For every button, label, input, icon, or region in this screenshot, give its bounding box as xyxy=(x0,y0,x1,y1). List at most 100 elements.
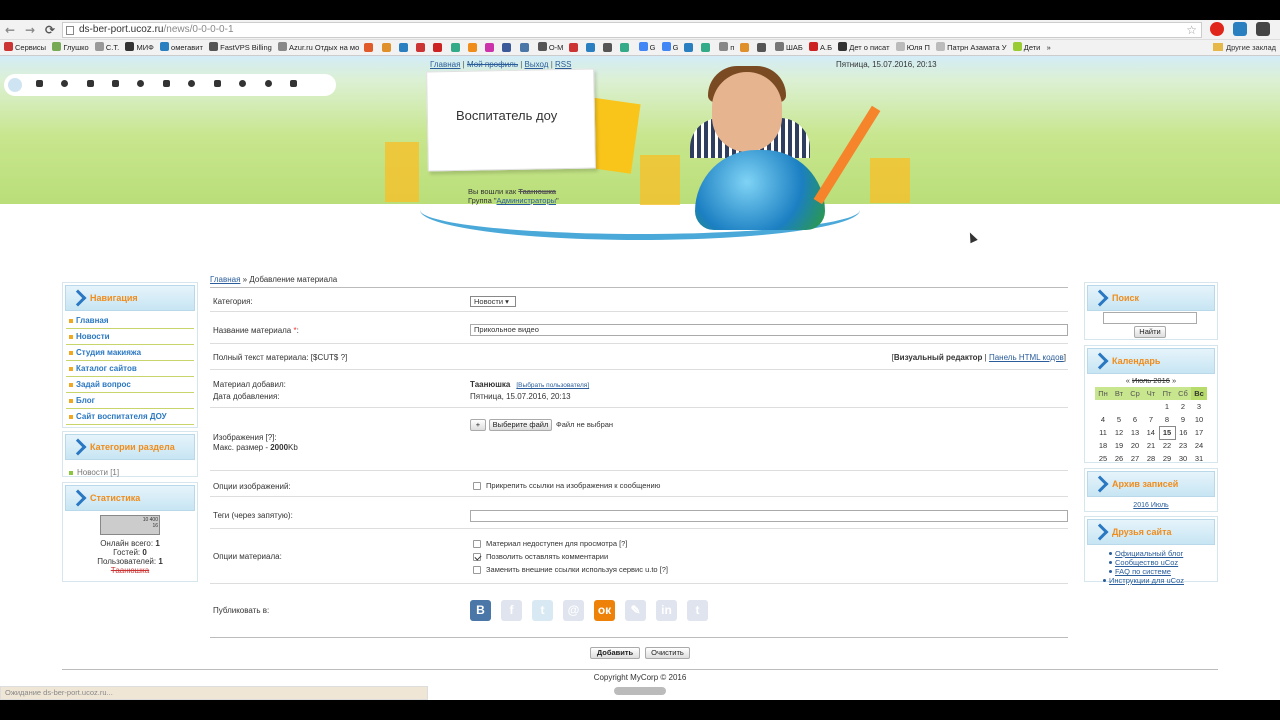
rss-link[interactable]: RSS xyxy=(555,60,571,69)
friend-link[interactable]: Сообщество uCoz xyxy=(1109,558,1217,567)
attach-links-checkbox[interactable] xyxy=(473,482,481,490)
bookmark[interactable]: FastVPS Billing xyxy=(209,40,272,55)
friend-link[interactable]: FAQ по системе xyxy=(1109,567,1217,576)
friend-link[interactable]: Официальный блог xyxy=(1109,549,1217,558)
puzzle-icon[interactable] xyxy=(290,80,297,87)
document-icon[interactable] xyxy=(87,80,94,87)
home-link[interactable]: Главная xyxy=(430,60,460,69)
bookmark[interactable]: G xyxy=(661,40,679,55)
friend-link[interactable]: Инструкции для uCoz xyxy=(1103,576,1217,585)
profile-link[interactable]: Мой профиль xyxy=(467,60,518,69)
choose-file-button[interactable]: Выберите файл xyxy=(489,419,552,431)
star-icon[interactable]: ☆ xyxy=(1186,23,1197,37)
bookmarks-more[interactable]: » xyxy=(1047,40,1051,55)
bookmark-icon[interactable] xyxy=(467,43,477,52)
bookmark[interactable]: Патрн Азамата У xyxy=(936,40,1007,55)
block-icon[interactable] xyxy=(188,80,195,87)
bookmark[interactable]: Юля П xyxy=(895,40,930,55)
bookmark-icon[interactable] xyxy=(739,43,749,52)
vkontakte-icon[interactable]: B xyxy=(470,600,491,621)
bell-icon[interactable] xyxy=(214,80,221,87)
folder-icon[interactable] xyxy=(163,80,170,87)
category-select[interactable]: Новости ▾ xyxy=(470,296,516,307)
nav-item[interactable]: Каталог сайтов xyxy=(66,361,194,377)
choose-user-link[interactable]: [Выбрать пользователя] xyxy=(516,382,589,389)
bookmark[interactable]: омегавит xyxy=(160,40,203,55)
title-input[interactable]: Прикольное видео xyxy=(470,324,1068,336)
back-icon[interactable]: ← xyxy=(2,22,18,38)
bookmark[interactable]: Глушко xyxy=(52,40,89,55)
vk-icon[interactable] xyxy=(519,43,529,52)
bookmark-icon[interactable] xyxy=(416,43,426,52)
bookmark-icon[interactable] xyxy=(450,43,460,52)
replace-links-checkbox[interactable] xyxy=(473,566,481,574)
bookmark-icon[interactable] xyxy=(568,43,578,52)
linkedin-icon[interactable]: in xyxy=(656,600,677,621)
address-bar[interactable]: ds-ber-port.ucoz.ru/news/0-0-0-0-1 ☆ xyxy=(62,22,1202,38)
facebook-icon[interactable]: f xyxy=(501,600,522,621)
facebook-icon[interactable] xyxy=(502,43,512,52)
nav-item[interactable]: Сайт воспитателя ДОУ xyxy=(66,409,194,425)
avatar-icon[interactable] xyxy=(8,78,22,92)
html-panel-link[interactable]: Панель HTML кодов xyxy=(989,353,1064,362)
bookmark-icon[interactable] xyxy=(381,43,391,52)
bookmark[interactable]: Дети xyxy=(1012,40,1040,55)
group-link[interactable]: Администраторы xyxy=(497,196,557,205)
tags-input[interactable] xyxy=(470,510,1068,522)
bookmark-icon[interactable] xyxy=(756,43,766,52)
nav-item[interactable]: Студия макияжа xyxy=(66,345,194,361)
extension-icon[interactable] xyxy=(1256,22,1270,36)
bookmark[interactable]: ШАБ xyxy=(774,40,803,55)
bookmark[interactable]: G xyxy=(638,40,655,55)
nav-item[interactable]: Главная xyxy=(66,313,194,329)
bookmark-icon[interactable] xyxy=(620,43,630,52)
bookmark[interactable]: С.Т. xyxy=(94,40,119,55)
calendar-prev[interactable]: « xyxy=(1126,376,1130,385)
visual-editor-link[interactable]: Визуальный редактор xyxy=(894,353,983,362)
tumblr-icon[interactable]: t xyxy=(687,600,708,621)
category-item[interactable]: Новости [1] xyxy=(63,462,197,477)
add-button[interactable]: Добавить xyxy=(590,647,640,659)
nav-item[interactable]: Новости xyxy=(66,329,194,345)
bookmark-services[interactable]: Сервисы xyxy=(4,40,46,55)
search-button[interactable]: Найти xyxy=(1134,326,1166,338)
bookmark[interactable]: Дет о писат xyxy=(838,40,890,55)
hidden-checkbox[interactable] xyxy=(473,540,481,548)
odnoklassniki-icon[interactable]: ок xyxy=(594,600,615,621)
nav-item[interactable]: Задай вопрос xyxy=(66,377,194,393)
bookmark-icon[interactable] xyxy=(700,43,710,52)
add-icon[interactable] xyxy=(137,80,144,87)
archive-link[interactable]: 2016 Июль xyxy=(1085,499,1217,509)
clear-button[interactable]: Очистить xyxy=(645,647,690,659)
allow-comments-checkbox[interactable] xyxy=(473,553,481,561)
reload-icon[interactable]: ⟳ xyxy=(42,22,58,38)
youtube-icon[interactable] xyxy=(433,43,443,52)
forward-icon[interactable]: → xyxy=(22,22,38,38)
logout-link[interactable]: Выход xyxy=(525,60,549,69)
bookmark[interactable]: МИФ xyxy=(125,40,154,55)
info-icon[interactable] xyxy=(61,80,68,87)
other-bookmarks[interactable]: Другие заклад xyxy=(1209,40,1276,55)
bookmark[interactable]: п xyxy=(719,40,734,55)
mail-ru-icon[interactable]: @ xyxy=(563,600,584,621)
online-user[interactable]: Таанюшка xyxy=(63,566,197,575)
bookmark[interactable]: А.Б xyxy=(809,40,832,55)
livejournal-icon[interactable]: ✎ xyxy=(625,600,646,621)
bookmark-icon[interactable] xyxy=(398,43,408,52)
bookmark[interactable]: Azur.ru Отдых на мо xyxy=(278,40,359,55)
search-input[interactable] xyxy=(1103,312,1197,324)
opera-icon[interactable] xyxy=(1210,22,1224,36)
bookmark-icon[interactable] xyxy=(603,43,613,52)
calendar-next[interactable]: » xyxy=(1172,376,1176,385)
visit-counter[interactable]: 10 400 16 xyxy=(100,515,160,535)
search-icon[interactable] xyxy=(239,80,246,87)
add-image-button[interactable]: + xyxy=(470,419,486,431)
bookmark-icon[interactable] xyxy=(683,43,693,52)
ucoz-badge[interactable] xyxy=(614,687,666,695)
twitter-icon[interactable]: t xyxy=(532,600,553,621)
bookmark[interactable]: О-М xyxy=(537,40,563,55)
eye-icon[interactable] xyxy=(265,80,272,87)
mail-icon[interactable] xyxy=(36,80,43,87)
bookmark-icon[interactable] xyxy=(364,43,374,52)
link-icon[interactable] xyxy=(112,80,119,87)
